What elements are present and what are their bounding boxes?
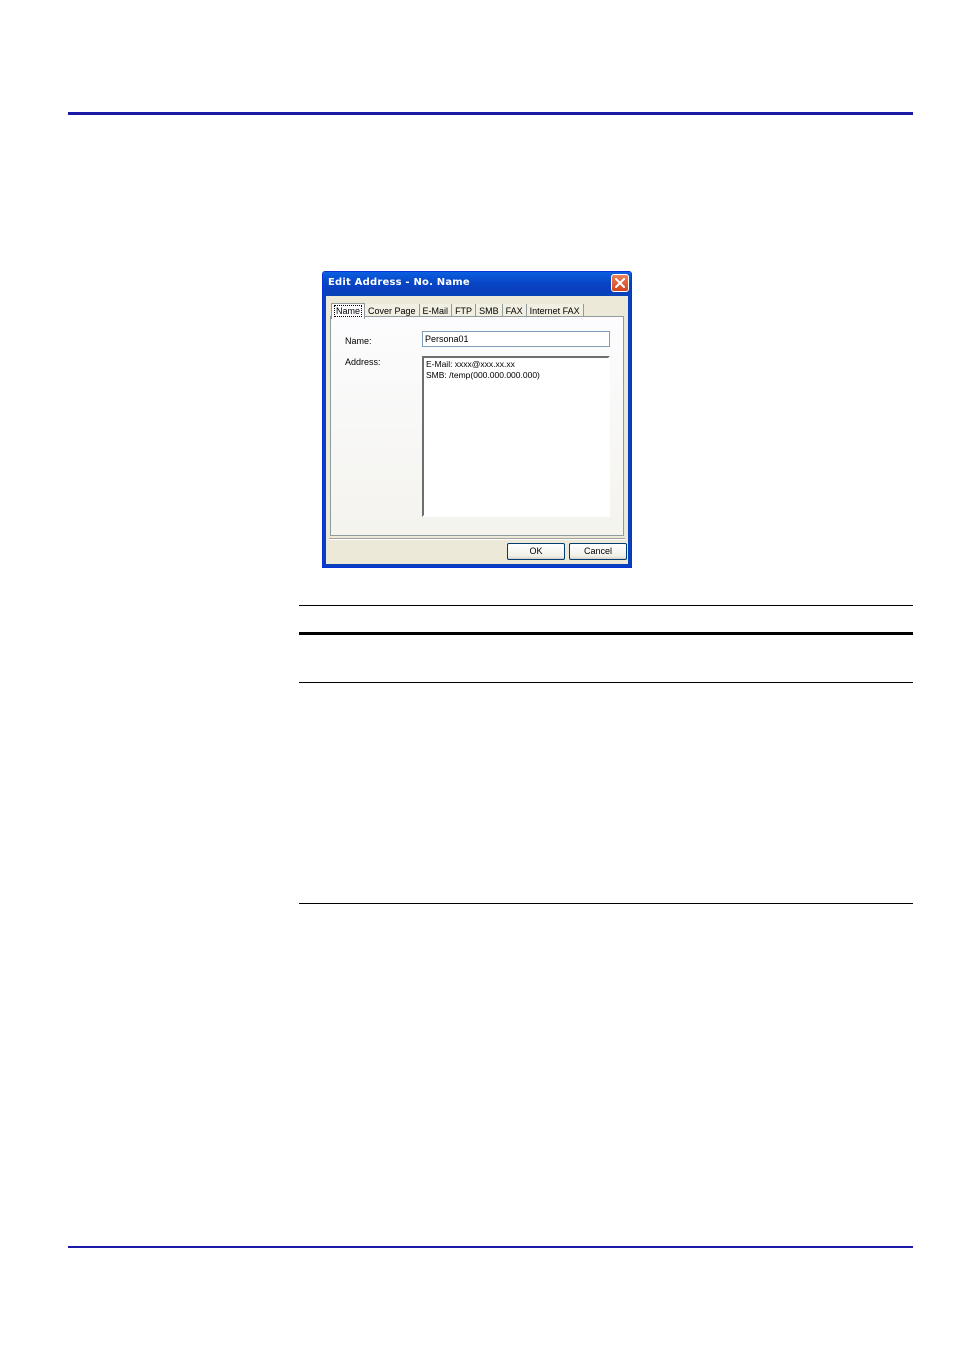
- tab-strip: Name Cover Page E-Mail FTP SMB FAX Internet FA…: [331, 301, 584, 319]
- dialog-titlebar[interactable]: Edit Address - No. Name: [323, 272, 631, 296]
- close-button[interactable]: [611, 274, 629, 292]
- close-icon: [615, 278, 625, 288]
- address-line-smb[interactable]: SMB: /temp(000.000.000.000): [426, 370, 606, 381]
- tab-name[interactable]: Name: [331, 303, 366, 319]
- table-row-rule: [299, 682, 913, 683]
- table-rule-top: [299, 605, 913, 606]
- dialog-title: Edit Address - No. Name: [328, 277, 470, 288]
- footer-rule: [68, 1246, 913, 1248]
- table-rule-bottom: [299, 903, 913, 904]
- name-label: Name:: [345, 336, 372, 346]
- edit-address-dialog: Edit Address - No. Name Name Cover Page E-…: [322, 271, 632, 568]
- cancel-button[interactable]: Cancel: [569, 543, 627, 560]
- ok-button[interactable]: OK: [507, 543, 565, 560]
- address-label: Address:: [345, 357, 381, 367]
- button-separator: [329, 538, 625, 540]
- header-rule: [68, 112, 913, 115]
- address-list[interactable]: E-Mail: xxxx@xxx.xx.xx SMB: /temp(000.00…: [422, 356, 610, 517]
- table-header-rule: [299, 632, 913, 635]
- name-input[interactable]: Persona01: [422, 331, 610, 347]
- address-line-email[interactable]: E-Mail: xxxx@xxx.xx.xx: [426, 359, 606, 370]
